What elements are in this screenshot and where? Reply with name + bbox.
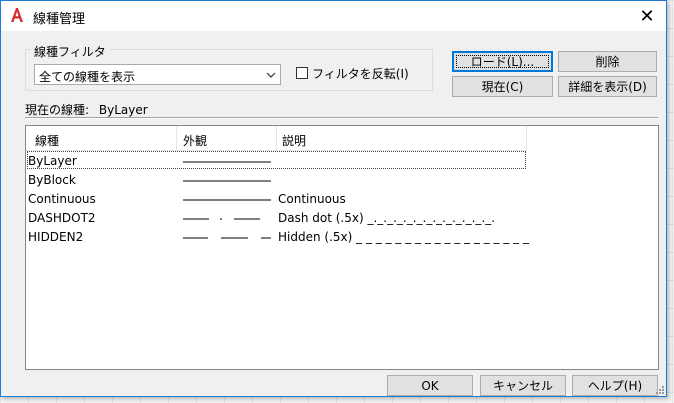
help-button-label: ヘルプ(H) <box>587 379 643 393</box>
show-details-button[interactable]: 詳細を表示(D) <box>558 76 657 97</box>
linetype-name: ByLayer <box>28 154 77 168</box>
close-button[interactable]: ✕ <box>632 3 662 29</box>
linetype-name: ByBlock <box>28 173 76 187</box>
linetype-preview <box>183 180 271 182</box>
linetype-manager-dialog: 線種管理 ✕ 線種フィルタ 全ての線種を表示 フィルタを反転(I) ロード(L)… <box>0 0 667 397</box>
cancel-button[interactable]: キャンセル <box>480 375 566 396</box>
current-linetype-display: 現在の線種: ByLayer <box>25 101 148 118</box>
dialog-title: 線種管理 <box>33 12 86 27</box>
delete-button-label: 削除 <box>595 55 620 69</box>
linetype-description: Continuous <box>278 192 346 206</box>
invert-filter-checkbox[interactable] <box>296 67 308 79</box>
linetype-preview <box>183 161 271 163</box>
ok-button[interactable]: OK <box>387 375 473 396</box>
set-current-button[interactable]: 現在(C) <box>452 76 553 97</box>
column-divider[interactable] <box>276 126 277 150</box>
linetype-description: Hidden (.5x) _ _ _ _ _ _ _ _ _ _ _ _ _ _… <box>278 230 529 244</box>
row-focus-rectangle <box>27 151 526 169</box>
current-linetype-value: ByLayer <box>98 103 148 117</box>
linetype-filter-label: 線種フィルタ <box>31 43 109 60</box>
current-linetype-label: 現在の線種: <box>25 103 90 117</box>
linetype-name: HIDDEN2 <box>28 230 84 244</box>
linetype-filter-value: 全ての線種を表示 <box>39 70 136 84</box>
linetype-name: DASHDOT2 <box>28 211 96 225</box>
column-divider[interactable] <box>526 126 527 150</box>
column-header-appearance[interactable]: 外観 <box>183 132 207 149</box>
title-bar[interactable]: 線種管理 ✕ <box>1 1 666 31</box>
linetype-preview <box>183 237 271 239</box>
chevron-down-icon <box>266 72 276 78</box>
table-row[interactable]: HIDDEN2 Hidden (.5x) _ _ _ _ _ _ _ _ _ _… <box>26 227 529 246</box>
table-row[interactable]: ByLayer <box>26 151 526 170</box>
help-button[interactable]: ヘルプ(H) <box>572 375 658 396</box>
column-header-description[interactable]: 説明 <box>282 132 306 149</box>
invert-filter-label[interactable]: フィルタを反転(I) <box>312 65 409 82</box>
cancel-button-label: キャンセル <box>492 379 553 393</box>
linetype-preview <box>183 199 271 201</box>
load-button[interactable]: ロード(L)... <box>452 51 553 72</box>
resize-grip-icon[interactable] <box>653 383 665 395</box>
set-current-button-label: 現在(C) <box>481 80 524 94</box>
column-header-linetype[interactable]: 線種 <box>35 132 59 149</box>
table-row[interactable]: Continuous Continuous <box>26 189 526 208</box>
focus-rectangle <box>456 55 549 68</box>
separator <box>25 117 658 119</box>
linetype-name: Continuous <box>28 192 96 206</box>
autocad-logo-icon <box>11 8 23 22</box>
column-divider[interactable] <box>176 126 177 150</box>
linetype-filter-dropdown[interactable]: 全ての線種を表示 <box>34 64 281 85</box>
delete-button[interactable]: 削除 <box>558 51 657 72</box>
close-icon: ✕ <box>639 5 655 27</box>
show-details-button-label: 詳細を表示(D) <box>568 80 647 94</box>
ok-button-label: OK <box>421 378 439 393</box>
table-row[interactable]: DASHDOT2 Dash dot (.5x) _._._._._._._._.… <box>26 208 526 227</box>
list-header: 線種 外観 説明 <box>26 126 527 151</box>
linetype-description: Dash dot (.5x) _._._._._._._._._._._._._… <box>278 211 496 225</box>
linetype-list[interactable]: 線種 外観 説明 ByLayer ByBlock Continuous Cont… <box>25 125 659 370</box>
linetype-preview <box>183 218 260 220</box>
table-row[interactable]: ByBlock <box>26 170 526 189</box>
